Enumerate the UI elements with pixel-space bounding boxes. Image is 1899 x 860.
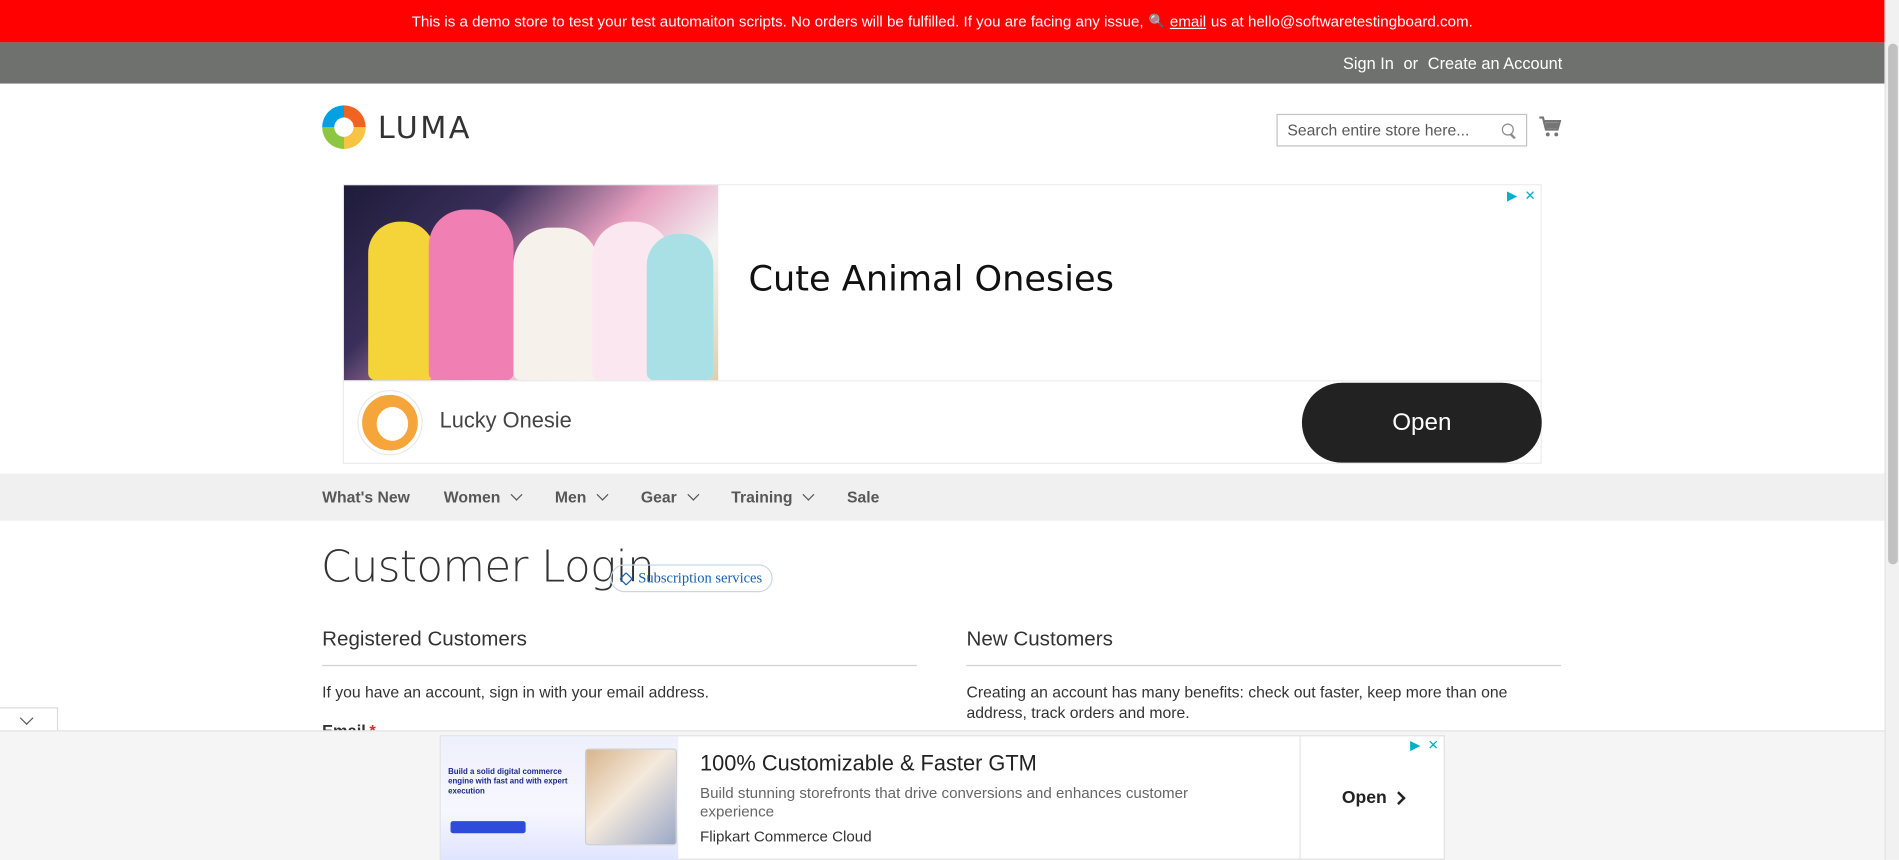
logo-text: LUMA [377,109,472,145]
sign-in-link[interactable]: Sign In [1343,54,1394,72]
notice-text-end: us at hello@softwaretestingboard.com. [1210,12,1473,30]
registered-customers-title: Registered Customers [322,627,917,667]
nav-item-sale[interactable]: Sale [847,488,879,506]
cart-icon[interactable] [1538,116,1562,138]
chevron-down-icon [19,711,34,726]
ad-image[interactable] [343,185,719,381]
ad-headline[interactable]: Cute Animal Onesies [748,258,1114,299]
search-icon: 🔍 [1148,14,1166,30]
ad-choices[interactable]: ▶ ✕ [1410,738,1439,754]
ad-headline[interactable]: 100% Customizable & Faster GTM [700,751,1037,776]
notice-text: This is a demo store to test your test a… [411,12,1144,30]
ad-app-row: Lucky Onesie Open [343,380,1542,463]
chevron-down-icon [802,488,815,501]
scrollbar[interactable] [1884,0,1899,860]
create-account-link[interactable]: Create an Account [1428,54,1563,72]
main-navigation: What's New Women Men Gear Training Sale [0,473,1885,521]
ad-advertiser[interactable]: Flipkart Commerce Cloud [700,828,872,845]
notice-email-link[interactable]: email [1170,13,1206,30]
close-icon[interactable]: ✕ [1428,738,1439,754]
header-panel: Sign In or Create an Account [0,42,1885,84]
nav-item-women[interactable]: Women [444,488,523,506]
chevron-down-icon [687,488,700,501]
nav-item-men[interactable]: Men [555,488,609,506]
search-placeholder: Search entire store here... [1287,121,1470,140]
nav-item-training[interactable]: Training [731,488,815,506]
nav-item-whats-new[interactable]: What's New [322,488,410,506]
search-icon[interactable] [1501,122,1517,138]
demo-notice-banner: This is a demo store to test your test a… [0,0,1885,43]
registered-customers-text: If you have an account, sign in with you… [322,683,709,702]
ad-app-name[interactable]: Lucky Onesie [440,408,572,433]
luma-logo[interactable]: LUMA [322,105,472,149]
new-customers-title: New Customers [966,627,1562,667]
subscription-services-badge[interactable]: Subscription services [610,564,774,593]
play-triangle-icon[interactable]: ▶ [1410,738,1420,754]
ad-thumbnail[interactable]: Build a solid digital commerce engine wi… [440,736,679,860]
page-title: Customer Login [320,542,655,593]
new-customers-text: Creating an account has many benefits: c… [966,683,1508,722]
ad-description[interactable]: Build stunning storefronts that drive co… [700,785,1233,821]
ad-open-button[interactable]: Open [1299,736,1445,859]
tag-icon [619,572,633,586]
app-logo-icon[interactable] [358,391,422,455]
registered-customers-block: Registered Customers If you have an acco… [322,627,917,702]
chevron-down-icon [596,488,609,501]
bottom-ad[interactable]: Build a solid digital commerce engine wi… [439,735,1445,860]
play-triangle-icon[interactable]: ▶ [1507,188,1517,204]
ad-choices[interactable]: ▶ ✕ [1507,188,1536,204]
search-input[interactable]: Search entire store here... [1276,113,1528,147]
or-separator: or [1403,53,1419,73]
scrollbar-thumb[interactable] [1888,43,1898,565]
luma-logo-icon [322,105,366,149]
ad-thumbnail-text: Build a solid digital commerce engine wi… [448,767,568,796]
chevron-down-icon [510,488,523,501]
ad-collapse-toggle[interactable] [0,707,59,732]
top-ad[interactable]: Cute Animal Onesies ▶ ✕ Lucky Onesie Ope… [342,184,1542,464]
new-customers-block: New Customers Creating an account has ma… [966,627,1562,723]
chevron-right-icon [1392,790,1406,805]
close-icon[interactable]: ✕ [1525,188,1536,204]
nav-item-gear[interactable]: Gear [641,488,700,506]
page: This is a demo store to test your test a… [0,0,1899,860]
ad-open-button[interactable]: Open [1301,382,1542,463]
